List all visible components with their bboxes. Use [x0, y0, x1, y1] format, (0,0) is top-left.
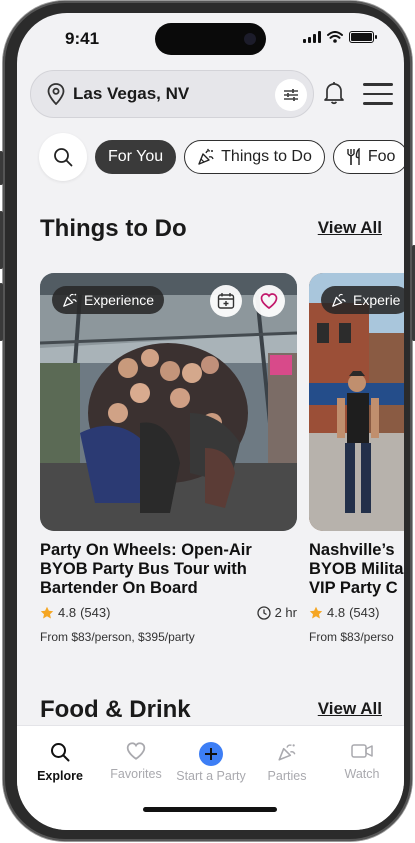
rating-value: 4.8 — [58, 605, 77, 620]
view-all-food-link[interactable]: View All — [318, 699, 382, 719]
view-all-things-link[interactable]: View All — [318, 218, 382, 238]
section-title-food-drink: Food & Drink — [40, 696, 191, 723]
tab-label: Favorites — [110, 767, 162, 781]
chip-label: Foo — [367, 148, 396, 165]
experience-badge: Experie — [321, 286, 404, 314]
card-title: Nashville’s BYOB Milita VIP Party C — [309, 541, 404, 598]
price-text: From $83/person, $395/party — [40, 630, 195, 644]
experience-card[interactable]: Experie Nashville’s BYOB Milita VIP Part… — [309, 273, 404, 644]
location-label: Las Vegas, NV — [73, 84, 190, 103]
card-meta: 4.8 (543) — [309, 605, 404, 620]
add-to-calendar-button[interactable] — [210, 285, 242, 317]
chip-label: Things to Do — [221, 148, 312, 165]
review-count: (543) — [80, 605, 111, 620]
battery-icon — [349, 31, 377, 43]
hamburger-menu-icon[interactable] — [363, 83, 393, 112]
heart-icon — [126, 742, 146, 760]
card-title-line: Nashville’s — [309, 541, 395, 559]
experience-badge: Experience — [52, 286, 165, 314]
tab-parties[interactable]: Parties — [248, 742, 326, 783]
wifi-icon — [327, 31, 343, 43]
review-count: (543) — [349, 605, 380, 620]
tab-label: Explore — [37, 769, 83, 783]
volume-up-button — [0, 211, 3, 269]
tab-watch[interactable]: Watch — [323, 742, 401, 781]
tab-label: Watch — [344, 767, 380, 781]
action-button — [0, 151, 3, 185]
search-icon — [54, 148, 73, 167]
calendar-plus-icon — [217, 293, 235, 309]
section-title-things-to-do: Things to Do — [40, 215, 187, 242]
location-selector[interactable]: Las Vegas, NV — [30, 70, 314, 118]
tab-start-a-party[interactable]: Start a Party — [172, 742, 250, 783]
clock-icon — [256, 605, 271, 620]
chip-label: For You — [108, 148, 164, 165]
experience-card[interactable]: Experience Party On Wheels: Open-Air BYO… — [40, 273, 297, 644]
party-popper-icon — [63, 293, 77, 307]
bottom-tab-bar: Explore Favorites Start a Party Parties … — [17, 725, 404, 830]
card-title-line: BYOB Milita — [309, 560, 404, 578]
rating-value: 4.8 — [327, 605, 346, 620]
star-icon — [40, 606, 54, 618]
duration: 2 hr — [256, 605, 297, 620]
dynamic-island — [155, 23, 266, 55]
chip-things-to-do[interactable]: Things to Do — [184, 140, 325, 174]
video-camera-icon — [351, 744, 373, 758]
phone-frame: 9:41 Las Vegas, NV For You Things to Do … — [0, 1, 415, 841]
party-popper-icon — [332, 293, 346, 307]
favorite-button[interactable] — [253, 285, 285, 317]
search-button[interactable] — [39, 133, 87, 181]
map-pin-icon — [47, 83, 65, 105]
cellular-signal-icon — [303, 31, 321, 43]
app-screen: 9:41 Las Vegas, NV For You Things to Do … — [17, 13, 404, 830]
star-icon — [309, 606, 323, 618]
tab-favorites[interactable]: Favorites — [97, 742, 175, 781]
status-time: 9:41 — [65, 29, 100, 48]
home-indicator — [143, 807, 277, 812]
price-text: From $83/perso — [309, 630, 394, 644]
tab-label: Start a Party — [176, 769, 246, 783]
tab-explore[interactable]: Explore — [21, 742, 99, 783]
category-chips: For You Things to Do Foo — [39, 133, 404, 181]
heart-icon — [260, 293, 278, 309]
chip-food[interactable]: Foo — [332, 140, 404, 174]
fork-knife-icon — [347, 148, 360, 165]
duration-value: 2 hr — [274, 605, 297, 620]
party-popper-icon — [198, 148, 214, 165]
chip-for-you[interactable]: For You — [95, 140, 177, 174]
experience-photo: Experience — [40, 273, 297, 531]
badge-label: Experie — [353, 292, 401, 308]
sliders-icon — [284, 89, 298, 101]
badge-label: Experience — [84, 292, 155, 308]
search-icon — [51, 743, 70, 762]
tab-label: Parties — [267, 769, 307, 783]
card-title: Party On Wheels: Open-Air BYOB Party Bus… — [40, 541, 252, 597]
experience-photo: Experie — [309, 273, 404, 531]
card-title-line: VIP Party C — [309, 579, 398, 597]
plus-circle-icon — [199, 742, 223, 766]
volume-down-button — [0, 283, 3, 341]
bell-icon[interactable] — [323, 81, 345, 105]
card-meta: 4.8 (543) 2 hr — [40, 605, 297, 620]
status-icons — [303, 31, 377, 43]
filter-button[interactable] — [275, 79, 307, 111]
party-popper-icon — [278, 744, 296, 761]
